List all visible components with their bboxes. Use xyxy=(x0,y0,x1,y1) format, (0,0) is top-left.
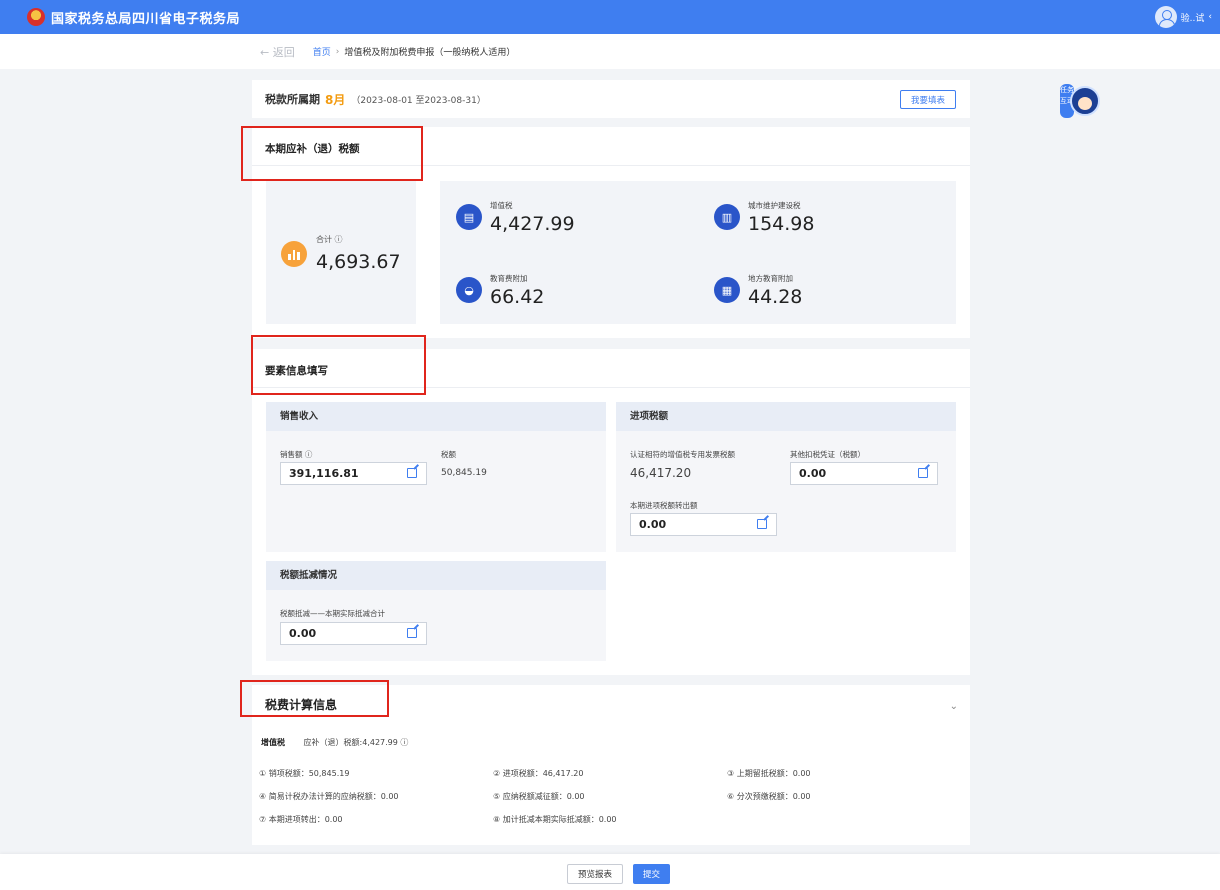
other-deduction-input[interactable]: 0.00 xyxy=(790,462,938,485)
breadcrumb-current: 增值税及附加税费申报（一般纳税人适用） xyxy=(344,48,516,58)
period-month: 8月 xyxy=(325,92,346,107)
breadcrumb-home-link[interactable]: 首页 xyxy=(313,45,331,58)
period-label: 税款所属期 xyxy=(265,93,320,106)
tax-item-label: 地方教育附加 xyxy=(748,274,793,283)
book-icon: ▦ xyxy=(714,277,740,303)
calc-item: ⑥ 分次预缴税额：0.00 xyxy=(727,792,811,801)
footer-bar: 预览报表 提交 xyxy=(0,854,1220,890)
bar-chart-icon xyxy=(281,241,307,267)
graduation-cap-icon: ◒ xyxy=(456,277,482,303)
certified-invoice-tax-label: 认证相符的增值税专用发票税额 xyxy=(630,450,735,459)
breadcrumb-separator: › xyxy=(335,46,340,57)
other-deduction-label: 其他扣税凭证（税额） xyxy=(790,450,865,459)
sales-tax-label: 税额 xyxy=(441,450,456,459)
calc-item: ④ 简易计税办法计算的应纳税额：0.00 xyxy=(259,792,399,801)
deduction-heading: 税额抵减情况 xyxy=(266,561,606,590)
user-chevron-icon[interactable]: ‹ xyxy=(1208,12,1212,22)
calc-item: ⑤ 应纳税额减征额：0.00 xyxy=(493,792,585,801)
sales-panel: 销售收入 销售额 ⓘ 391,116.81 税额 50,845.19 xyxy=(266,402,606,552)
breadcrumb: ← 返回 首页 › 增值税及附加税费申报（一般纳税人适用） xyxy=(0,34,1220,69)
collapse-chevron-icon[interactable]: ⌄ xyxy=(950,701,958,712)
edit-icon[interactable] xyxy=(407,628,417,638)
total-value: 4,693.67 xyxy=(316,251,401,273)
input-tax-heading: 进项税额 xyxy=(616,402,956,431)
fill-form-button[interactable]: 我要填表 xyxy=(900,90,956,109)
calc-item: ② 进项税额：46,417.20 xyxy=(493,769,584,778)
assistant-mascot[interactable]: 任务互动 xyxy=(1060,76,1100,124)
user-menu[interactable]: 验..试 ‹ xyxy=(1154,6,1212,28)
submit-button[interactable]: 提交 xyxy=(633,864,670,884)
sales-heading: 销售收入 xyxy=(266,402,606,431)
total-tax-box: 合计 ⓘ 4,693.67 xyxy=(266,181,416,324)
deduction-input[interactable]: 0.00 xyxy=(280,622,427,645)
site-title: 国家税务总局四川省电子税务局 xyxy=(51,11,241,27)
annotation-box xyxy=(241,126,423,181)
edit-icon[interactable] xyxy=(407,468,417,478)
element-info-section: 要素信息填写 销售收入 销售额 ⓘ 391,116.81 税额 50,845.1… xyxy=(252,349,970,675)
calc-item: ③ 上期留抵税额：0.00 xyxy=(727,769,811,778)
other-deduction-value[interactable]: 0.00 xyxy=(799,467,826,480)
back-button[interactable]: ← 返回 xyxy=(260,44,295,60)
input-transfer-value[interactable]: 0.00 xyxy=(639,518,666,531)
deduction-label: 税额抵减——本期实际抵减合计 xyxy=(280,609,385,618)
edit-icon[interactable] xyxy=(918,468,928,478)
sales-amount-input[interactable]: 391,116.81 xyxy=(280,462,427,485)
sales-amount-label: 销售额 ⓘ xyxy=(280,450,313,459)
input-transfer-label: 本期进项税额转出额 xyxy=(630,501,698,510)
tax-item-label: 增值税 xyxy=(490,201,513,210)
sales-amount-value[interactable]: 391,116.81 xyxy=(289,467,359,480)
invoice-icon: ▤ xyxy=(456,204,482,230)
tax-item-value: 66.42 xyxy=(490,286,545,308)
calc-item: ① 销项税额：50,845.19 xyxy=(259,769,350,778)
annotation-box xyxy=(240,680,389,717)
user-name[interactable]: 验..试 xyxy=(1181,11,1205,24)
user-avatar-icon[interactable] xyxy=(1154,6,1177,28)
vat-summary-row: 增值税 应补（退）税额:4,427.99 ⓘ xyxy=(261,737,408,748)
total-label: 合计 ⓘ xyxy=(316,235,343,244)
edit-icon[interactable] xyxy=(757,519,767,529)
tax-item-label: 教育费附加 xyxy=(490,274,528,283)
tax-item-value: 4,427.99 xyxy=(490,213,575,235)
input-transfer-input[interactable]: 0.00 xyxy=(630,513,777,536)
vat-name: 增值税 xyxy=(261,738,285,747)
tax-breakdown-box: ▤ 增值税 4,427.99 ▥ 城市维护建设税 154.98 ◒ 教育费附加 … xyxy=(440,181,956,324)
mascot-icon[interactable] xyxy=(1070,86,1100,116)
tax-item-value: 154.98 xyxy=(748,213,815,235)
top-bar: 国家税务总局四川省电子税务局 验..试 ‹ xyxy=(0,0,1220,34)
tax-item-label: 城市维护建设税 xyxy=(748,201,801,210)
tax-period-card: 税款所属期 8月 （2023-08-01 至2023-08-31） 我要填表 xyxy=(252,80,970,118)
deduction-panel: 税额抵减情况 税额抵减——本期实际抵减合计 0.00 xyxy=(266,561,606,661)
annotation-box xyxy=(251,335,426,395)
calc-item: ⑧ 加计抵减本期实际抵减额：0.00 xyxy=(493,815,617,824)
calc-item: ⑦ 本期进项转出：0.00 xyxy=(259,815,343,824)
preview-report-button[interactable]: 预览报表 xyxy=(567,864,623,884)
tax-item-value: 44.28 xyxy=(748,286,803,308)
tax-emblem-logo xyxy=(27,8,45,26)
deduction-value[interactable]: 0.00 xyxy=(289,627,316,640)
building-icon: ▥ xyxy=(714,204,740,230)
vat-due: 应补（退）税额:4,427.99 ⓘ xyxy=(303,738,409,747)
sales-tax-value: 50,845.19 xyxy=(441,468,487,478)
period-range: （2023-08-01 至2023-08-31） xyxy=(351,95,486,106)
input-tax-panel: 进项税额 认证相符的增值税专用发票税额 46,417.20 其他扣税凭证（税额）… xyxy=(616,402,956,552)
certified-invoice-tax-value: 46,417.20 xyxy=(630,466,692,480)
